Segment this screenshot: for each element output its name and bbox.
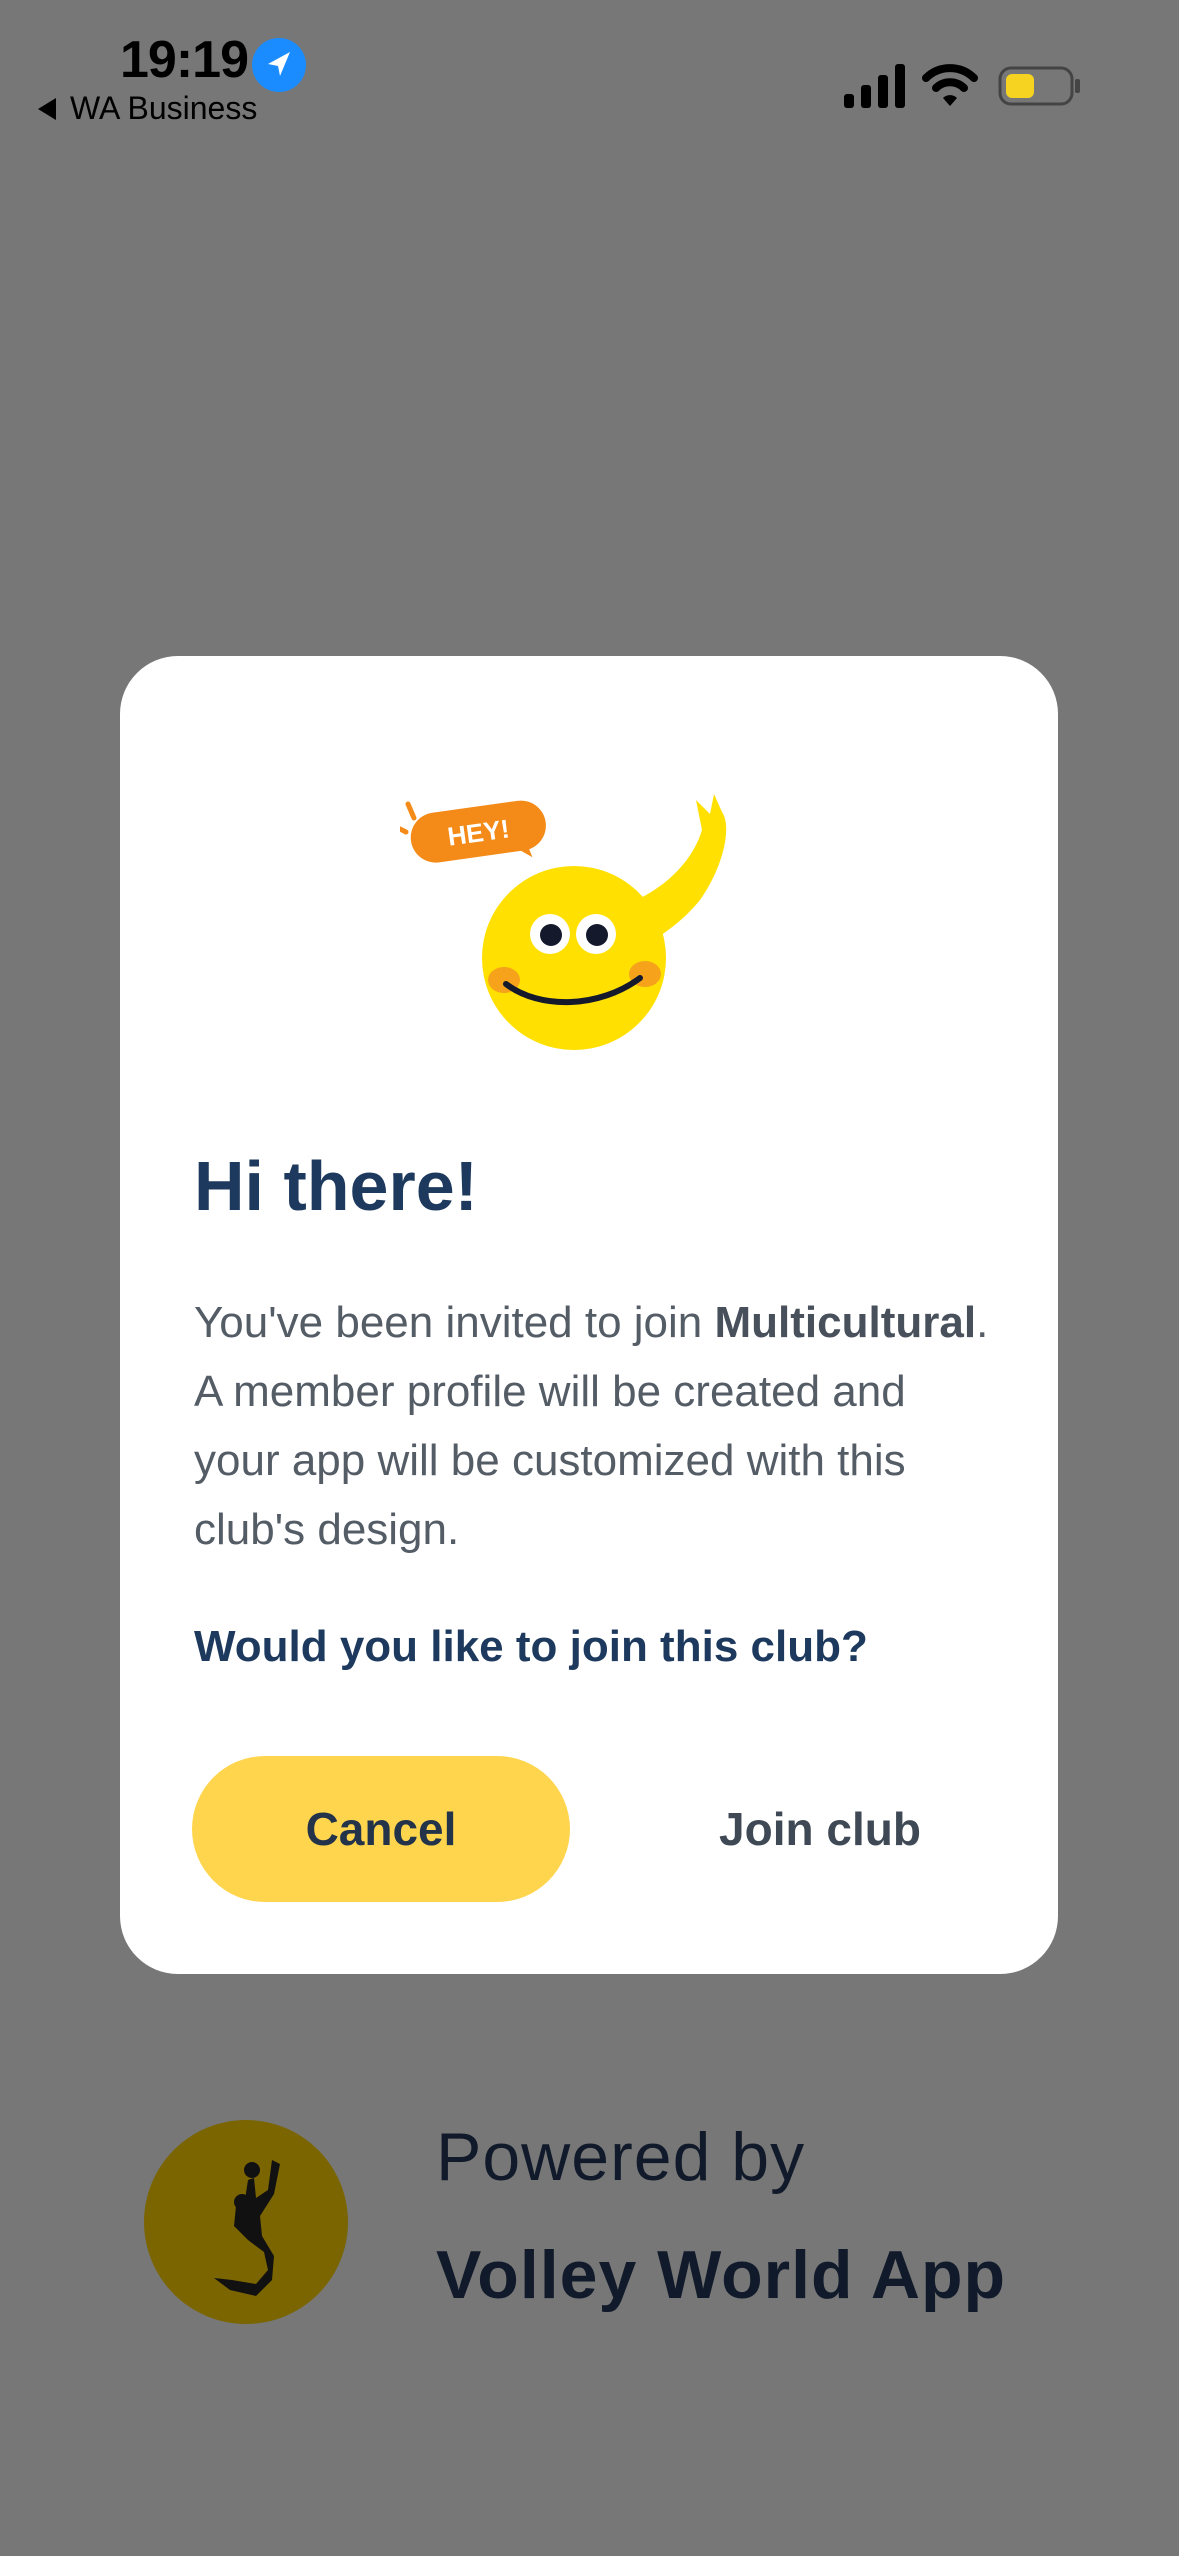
club-name: Multicultural (714, 1298, 977, 1347)
back-arrow-icon (38, 97, 56, 120)
powered-by-label: Powered by (436, 2119, 806, 2195)
back-to-app-link[interactable]: WA Business (38, 90, 257, 127)
cellular-signal-icon (844, 64, 905, 108)
app-logo (144, 2120, 348, 2324)
app-name: Volley World App (436, 2237, 1007, 2313)
join-club-dialog: HEY! Hi there! You've been invited to jo… (120, 656, 1058, 1974)
join-question: Would you like to join this club? (194, 1622, 868, 1671)
back-app-label: WA Business (70, 90, 258, 126)
dialog-body: You've been invited to join Multicultura… (194, 1288, 994, 1564)
location-arrow-icon (252, 38, 306, 92)
volleyball-player-icon (214, 2160, 280, 2296)
join-club-button[interactable]: Join club (680, 1756, 960, 1902)
wifi-icon (922, 64, 978, 106)
battery-icon (998, 66, 1080, 106)
cancel-button[interactable]: Cancel (192, 1756, 570, 1902)
status-time: 19:19 (120, 31, 249, 89)
body-prefix: You've been invited to join (194, 1298, 715, 1347)
waving-smiley-icon: HEY! (400, 794, 727, 1050)
dialog-title: Hi there! (194, 1147, 478, 1225)
